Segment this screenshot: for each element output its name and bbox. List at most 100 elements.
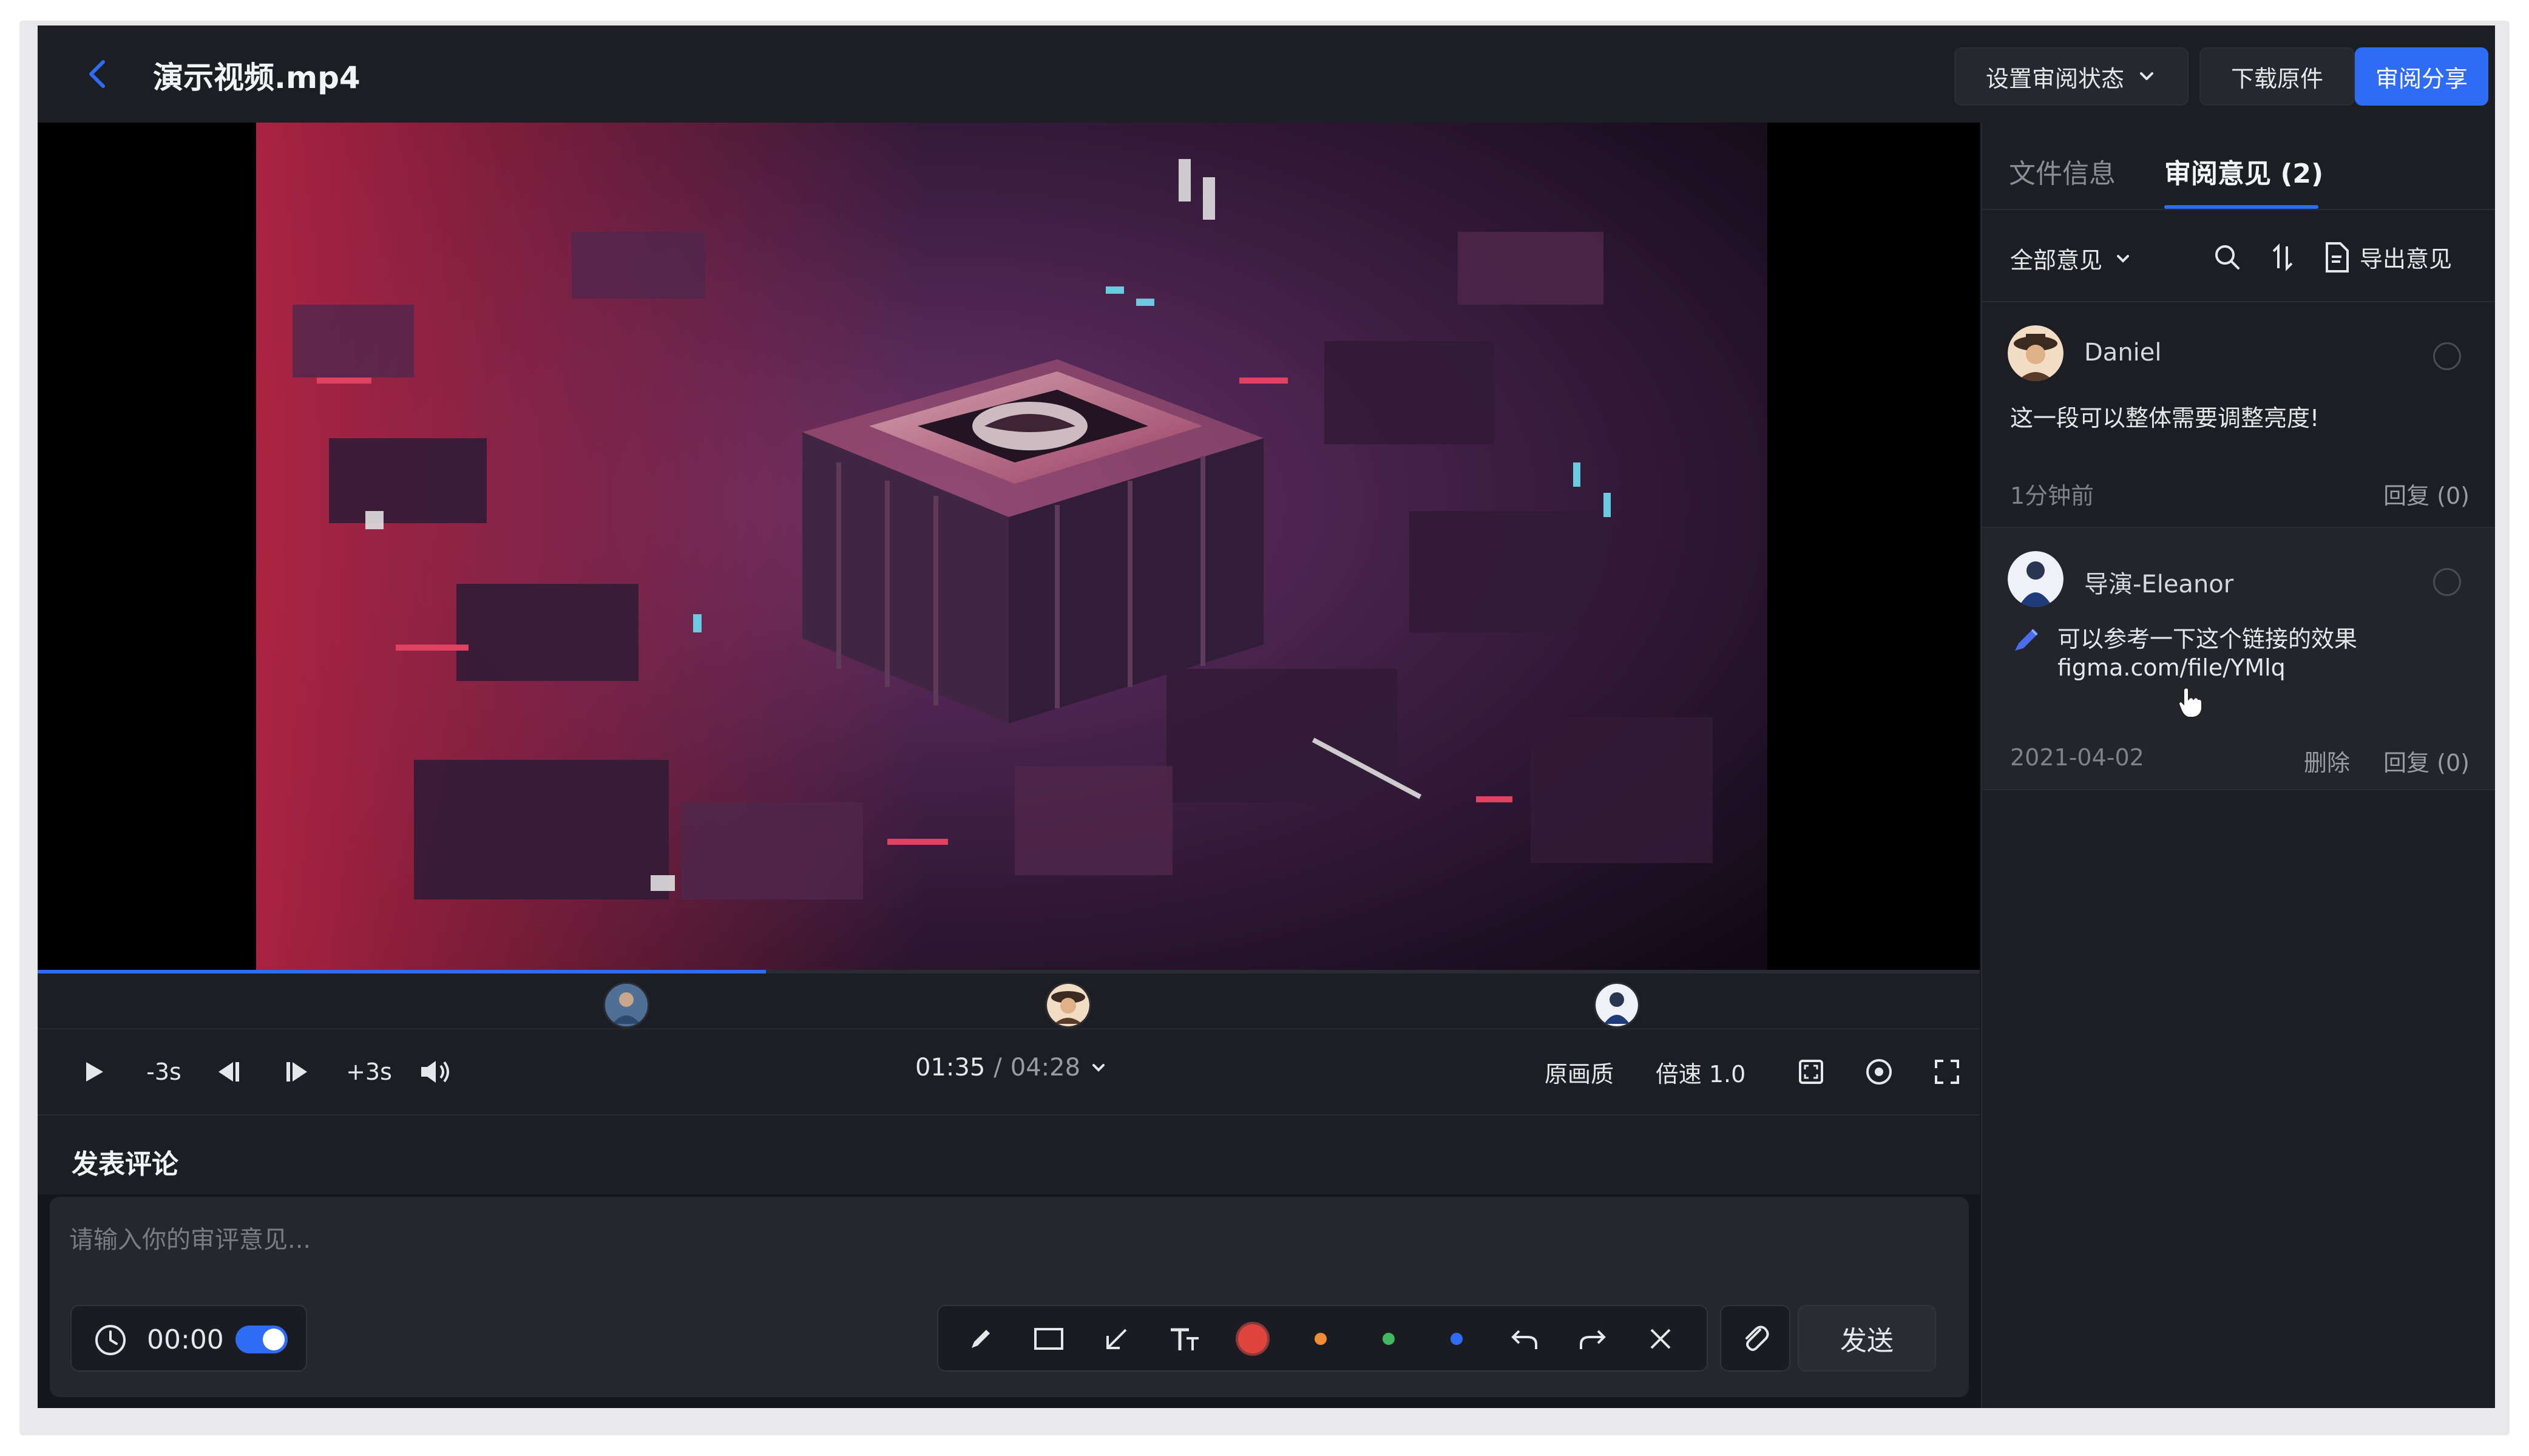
avatar-icon xyxy=(1596,984,1638,1026)
comment-link[interactable]: figma.com/file/YMlq xyxy=(2057,654,2286,681)
video-player[interactable] xyxy=(38,123,1980,970)
player-controls: -3s +3s 01:35 / 04:28 原画质 倍速 1.0 xyxy=(38,1029,1980,1114)
tab-review-comments[interactable]: 审阅意见 (2) xyxy=(2164,152,2323,191)
export-comments-button[interactable]: 导出意见 xyxy=(2322,240,2452,274)
color-swatch-orange xyxy=(1315,1333,1327,1345)
color-orange[interactable] xyxy=(1301,1319,1340,1358)
color-swatch-red xyxy=(1236,1322,1270,1356)
pen-annotation-icon xyxy=(2010,623,2044,657)
eye-target-icon xyxy=(1866,1059,1892,1085)
total-time: 04:28 xyxy=(1010,1054,1081,1082)
text-tool[interactable] xyxy=(1165,1319,1204,1358)
comment-card[interactable]: 导演-Eleanor 可以参考一下这个链接的效果 figma.com/file/… xyxy=(1982,528,2495,790)
color-red[interactable] xyxy=(1233,1319,1272,1358)
color-blue[interactable] xyxy=(1437,1319,1476,1358)
chevron-down-icon xyxy=(1092,1064,1105,1072)
comment-time: 2021-04-02 xyxy=(2010,744,2144,771)
delete-button[interactable]: 删除 xyxy=(2304,744,2350,777)
export-comments-label: 导出意见 xyxy=(2360,246,2453,273)
volume-button[interactable] xyxy=(415,1052,454,1091)
comment-author: 导演-Eleanor xyxy=(2084,571,2234,598)
reply-button[interactable]: 回复 (0) xyxy=(2383,477,2470,510)
attach-button[interactable] xyxy=(1720,1305,1790,1372)
chevron-down-icon xyxy=(2140,72,2153,80)
color-green[interactable] xyxy=(1369,1319,1408,1358)
comment-input[interactable] xyxy=(68,1215,1952,1265)
hand-cursor-icon xyxy=(2178,687,2202,718)
timestamp-chip[interactable]: 00:00 xyxy=(70,1305,307,1372)
paperclip-icon xyxy=(1745,1326,1769,1351)
timestamp-toggle[interactable] xyxy=(235,1326,288,1353)
reply-button[interactable]: 回复 (0) xyxy=(2383,744,2470,777)
fit-screen-button[interactable] xyxy=(1792,1052,1830,1091)
rectangle-tool[interactable] xyxy=(1029,1319,1068,1358)
fit-screen-icon xyxy=(1799,1060,1823,1084)
avatar-icon xyxy=(2008,325,2063,381)
comment-marker-avatar[interactable] xyxy=(603,982,649,1028)
set-review-status-dropdown[interactable]: 设置审阅状态 xyxy=(1954,47,2189,106)
undo-button[interactable] xyxy=(1505,1319,1544,1358)
forward-3s-button[interactable]: +3s xyxy=(345,1052,393,1091)
comment-card[interactable]: Daniel 这一段可以整体需要调整亮度! 1分钟前 回复 (0) xyxy=(1982,302,2495,528)
comment-author: Daniel xyxy=(2084,339,2162,367)
step-back-icon xyxy=(218,1062,239,1082)
timeline-progress xyxy=(38,970,766,973)
timeline-track[interactable] xyxy=(38,970,1980,973)
sort-icon xyxy=(2272,243,2293,271)
comment-section-title: 发表评论 xyxy=(72,1149,178,1180)
current-time: 01:35 xyxy=(915,1054,986,1082)
comment-marker-eleanor[interactable] xyxy=(1594,982,1640,1028)
resolve-checkbox[interactable] xyxy=(2433,342,2461,370)
comment-filter-dropdown[interactable]: 全部意见 xyxy=(2010,242,2133,275)
comment-text: 这一段可以整体需要调整亮度! xyxy=(2010,405,2320,432)
quality-button[interactable]: 原画质 xyxy=(1537,1052,1622,1091)
review-app: 演示视频.mp4 设置审阅状态 下载原件 审阅分享 -3s +3s 01:35 … xyxy=(38,25,2495,1408)
rewind-3s-button[interactable]: -3s xyxy=(140,1052,188,1091)
time-separator: / xyxy=(994,1054,1002,1082)
search-button[interactable] xyxy=(2210,240,2244,274)
clear-button[interactable] xyxy=(1641,1319,1680,1358)
comment-section-header: 发表评论 xyxy=(38,1114,1980,1194)
avatar xyxy=(2008,325,2063,381)
tab-file-info[interactable]: 文件信息 xyxy=(2009,152,2116,191)
comment-composer: 00:00 xyxy=(50,1197,1969,1397)
step-forward-icon xyxy=(286,1062,307,1082)
avatar xyxy=(2008,551,2063,607)
undo-icon xyxy=(1511,1330,1537,1349)
video-frame[interactable] xyxy=(256,123,1767,970)
prev-frame-button[interactable] xyxy=(209,1052,248,1091)
resolve-checkbox[interactable] xyxy=(2433,568,2461,596)
pen-icon xyxy=(972,1330,990,1348)
redo-button[interactable] xyxy=(1573,1319,1612,1358)
comment-time: 1分钟前 xyxy=(2010,483,2094,509)
fullscreen-button[interactable] xyxy=(1928,1052,1966,1091)
timeline[interactable] xyxy=(38,970,1980,1029)
avatar-icon xyxy=(1047,984,1089,1026)
comment-marker-daniel[interactable] xyxy=(1045,982,1091,1028)
back-button[interactable] xyxy=(74,50,123,98)
avatar-icon xyxy=(605,984,648,1026)
text-icon xyxy=(1171,1328,1199,1350)
sort-button[interactable] xyxy=(2266,240,2300,274)
play-button[interactable] xyxy=(74,1052,113,1091)
download-original-button[interactable]: 下载原件 xyxy=(2199,47,2355,106)
arrow-tool[interactable] xyxy=(1097,1319,1136,1358)
view-settings-button[interactable] xyxy=(1860,1052,1898,1091)
volume-icon xyxy=(421,1061,449,1083)
pen-tool[interactable] xyxy=(961,1319,1000,1358)
next-frame-button[interactable] xyxy=(278,1052,317,1091)
annotation-toolbar xyxy=(937,1305,1708,1372)
speed-button[interactable]: 倍速 1.0 xyxy=(1646,1052,1755,1091)
review-share-button[interactable]: 审阅分享 xyxy=(2355,47,2488,106)
top-bar: 演示视频.mp4 设置审阅状态 下载原件 审阅分享 xyxy=(38,25,2495,123)
play-icon xyxy=(86,1062,103,1082)
clock-icon xyxy=(95,1325,126,1355)
time-readout[interactable]: 01:35 / 04:28 xyxy=(915,1054,1108,1082)
set-review-status-label: 设置审阅状态 xyxy=(1985,65,2124,92)
rectangle-icon xyxy=(1034,1328,1063,1350)
avatar-icon xyxy=(2008,551,2063,607)
comment-text: 可以参考一下这个链接的效果 xyxy=(2057,626,2358,652)
send-button[interactable]: 发送 xyxy=(1798,1305,1936,1372)
timestamp-value: 00:00 xyxy=(147,1324,224,1355)
review-sidebar: 文件信息 审阅意见 (2) 全部意见 导出意见 Daniel 这一段可以整体需要… xyxy=(1981,123,2495,1408)
